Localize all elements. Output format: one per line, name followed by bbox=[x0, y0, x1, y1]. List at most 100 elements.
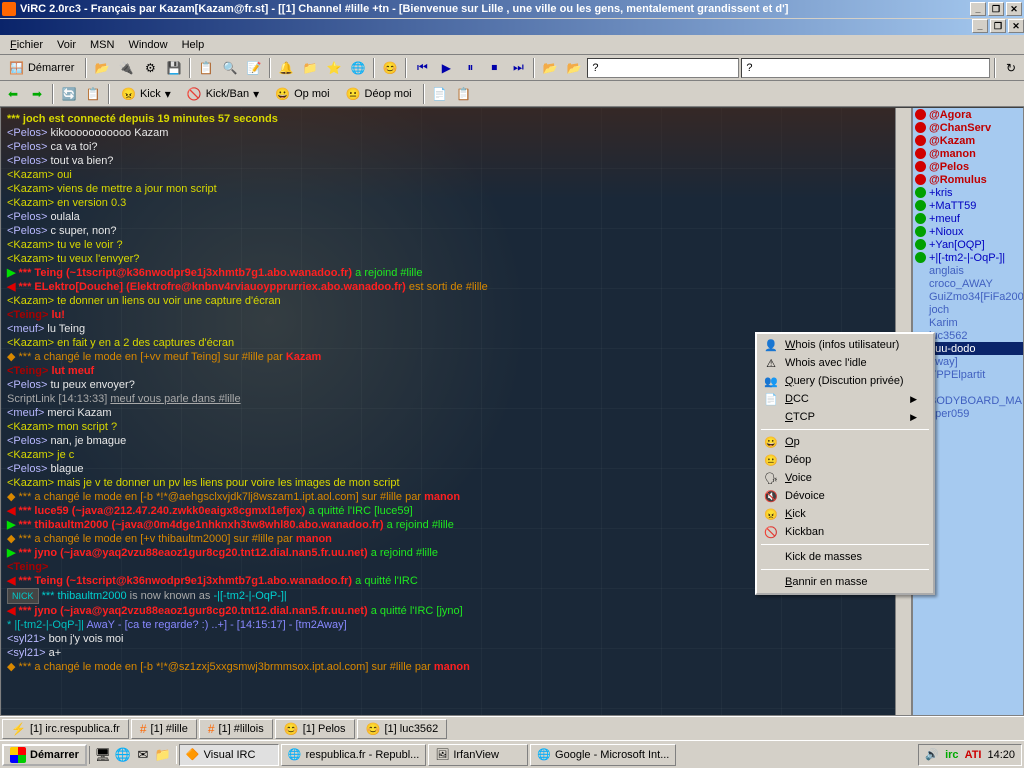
ctx-op[interactable]: 😀OpOp bbox=[759, 433, 931, 451]
smiley-icon[interactable]: 😊 bbox=[379, 57, 401, 79]
ctx-deop[interactable]: 😐Déop bbox=[759, 451, 931, 469]
tool-icon[interactable]: 📂 bbox=[91, 57, 113, 79]
status-dot-icon bbox=[915, 317, 926, 328]
tool-icon[interactable]: 🌐 bbox=[347, 57, 369, 79]
play-icon[interactable]: ▶ bbox=[435, 57, 457, 79]
ctx-whois[interactable]: 👤Whois (infos utilisateur)Whois (infos u… bbox=[759, 336, 931, 354]
fwd-icon[interactable]: ➡ bbox=[26, 83, 48, 105]
ctx-query[interactable]: 👥Query (Discution privée)Query (Discutio… bbox=[759, 372, 931, 390]
task-google[interactable]: 🌐 Google - Microsoft Int... bbox=[530, 744, 676, 766]
task-respublica[interactable]: 🌐 respublica.fr - Republ... bbox=[281, 744, 426, 766]
user-row[interactable]: anglais bbox=[913, 264, 1023, 277]
menu-fichier[interactable]: FFichierichier bbox=[4, 37, 49, 53]
chat-line: <Kazam> te donner un liens ou voir une c… bbox=[7, 294, 889, 308]
demarrer-button[interactable]: 🪟 Démarrer bbox=[2, 57, 81, 79]
tool-icon[interactable]: 📋 bbox=[82, 83, 104, 105]
ctx-devoice[interactable]: 🔇Dévoice bbox=[759, 487, 931, 505]
tool-icon[interactable]: ⚙ bbox=[139, 57, 161, 79]
ctx-whois-idle[interactable]: ⚠Whois avec l'idle bbox=[759, 354, 931, 372]
tray-icon[interactable]: ATI bbox=[965, 749, 982, 761]
user-row[interactable]: @Pelos bbox=[913, 160, 1023, 173]
ql-icon[interactable]: ✉ bbox=[134, 746, 152, 764]
ql-icon[interactable]: 🖥 bbox=[94, 746, 112, 764]
refresh-icon[interactable]: 🔄 bbox=[58, 83, 80, 105]
chat-line: <Pelos> kikooooooooooo Kazam bbox=[7, 126, 889, 140]
user-row[interactable]: @manon bbox=[913, 147, 1023, 160]
menu-voir[interactable]: Voir bbox=[51, 37, 82, 53]
opmoi-button[interactable]: 😀 Op moi bbox=[268, 83, 336, 105]
user-row[interactable]: @ChanServ bbox=[913, 121, 1023, 134]
ctx-massban[interactable]: Bannir en masseBannir en masse bbox=[759, 573, 931, 591]
user-row[interactable]: GuiZmo34[FiFa2002] bbox=[913, 290, 1023, 303]
status-dot-icon bbox=[915, 252, 926, 263]
user-row[interactable]: @Agora bbox=[913, 108, 1023, 121]
deopmoi-button[interactable]: 😐 Déop moi bbox=[339, 83, 419, 105]
task-virc[interactable]: 🔶 Visual IRC bbox=[179, 744, 279, 766]
user-row[interactable]: joch bbox=[913, 303, 1023, 316]
ql-icon[interactable]: 📁 bbox=[154, 746, 172, 764]
menu-msn[interactable]: MSN bbox=[84, 37, 120, 53]
mdi-close-button[interactable]: ✕ bbox=[1008, 19, 1024, 33]
start-button[interactable]: Démarrer bbox=[2, 744, 87, 766]
toolbar-input-2[interactable] bbox=[741, 58, 990, 78]
ctx-ctcp[interactable]: CTCP▶CTCP bbox=[759, 408, 931, 426]
tool-icon[interactable]: 🔔 bbox=[275, 57, 297, 79]
prev-icon[interactable]: ⏮ bbox=[411, 57, 433, 79]
tool-icon[interactable]: 📄 bbox=[429, 83, 451, 105]
user-row[interactable]: croco_AWAY bbox=[913, 277, 1023, 290]
title-bar: ViRC 2.0rc3 - Français par Kazam[Kazam@f… bbox=[0, 0, 1024, 18]
maximize-button[interactable]: ❐ bbox=[988, 2, 1004, 16]
tab-pelos[interactable]: 😊[1] Pelos bbox=[275, 719, 355, 739]
tool-icon[interactable]: 📂 bbox=[539, 57, 561, 79]
toolbar-ops: ⬅ ➡ 🔄 📋 😠 Kick ▾ 🚫 Kick/Ban ▾ 😀 Op moi 😐… bbox=[0, 81, 1024, 107]
tray-icon[interactable]: irc bbox=[945, 749, 958, 761]
chat-line: ▶ *** Teing (~1tscript@k36nwodpr9e1j3xhm… bbox=[7, 266, 889, 280]
pause-icon[interactable]: ⏸ bbox=[459, 57, 481, 79]
tab-lille[interactable]: #[1] #lille bbox=[131, 719, 197, 739]
tab-luc[interactable]: 😊[1] luc3562 bbox=[357, 719, 448, 739]
tab-lillois[interactable]: #[1] #lillois bbox=[199, 719, 273, 739]
ctx-voice[interactable]: 🗣VoiceVoice bbox=[759, 469, 931, 487]
tool-icon[interactable]: ⭐ bbox=[323, 57, 345, 79]
minimize-button[interactable]: _ bbox=[970, 2, 986, 16]
ctx-dcc[interactable]: 📄DCC▶DCC bbox=[759, 390, 931, 408]
user-row[interactable]: +Nioux bbox=[913, 225, 1023, 238]
task-irfanview[interactable]: 🖼 IrfanView bbox=[428, 744, 528, 766]
tool-icon[interactable]: 🔍 bbox=[219, 57, 241, 79]
user-row[interactable]: +meuf bbox=[913, 212, 1023, 225]
user-row[interactable]: +|[-tm2-|-OqP-]| bbox=[913, 251, 1023, 264]
tool-icon[interactable]: 💾 bbox=[163, 57, 185, 79]
tool-icon[interactable]: 📝 bbox=[243, 57, 265, 79]
user-row[interactable]: +Yan[OQP] bbox=[913, 238, 1023, 251]
ctx-masskick[interactable]: Kick de masses bbox=[759, 548, 931, 566]
tab-server[interactable]: ⚡[1] irc.respublica.fr bbox=[2, 719, 129, 739]
tool-icon[interactable]: 📁 bbox=[299, 57, 321, 79]
chat-line: <Kazam> oui bbox=[7, 168, 889, 182]
menu-help[interactable]: Help bbox=[176, 37, 211, 53]
back-icon[interactable]: ⬅ bbox=[2, 83, 24, 105]
toolbar-input-1[interactable] bbox=[587, 58, 739, 78]
user-row[interactable]: +kris bbox=[913, 186, 1023, 199]
user-row[interactable]: +MaTT59 bbox=[913, 199, 1023, 212]
ql-icon[interactable]: 🌐 bbox=[114, 746, 132, 764]
kickban-button[interactable]: 🚫 Kick/Ban ▾ bbox=[180, 83, 266, 105]
stop-icon[interactable]: ⏹ bbox=[483, 57, 505, 79]
ctx-kickban[interactable]: 🚫Kickban bbox=[759, 523, 931, 541]
query-icon: 😊 bbox=[284, 722, 299, 736]
tool-icon[interactable]: 📂 bbox=[563, 57, 585, 79]
mdi-maximize-button[interactable]: ❐ bbox=[990, 19, 1006, 33]
user-row[interactable]: @Kazam bbox=[913, 134, 1023, 147]
tool-icon[interactable]: 🔌 bbox=[115, 57, 137, 79]
kick-button[interactable]: 😠 Kick ▾ bbox=[114, 83, 178, 105]
mdi-minimize-button[interactable]: _ bbox=[972, 19, 988, 33]
user-row[interactable]: Karim bbox=[913, 316, 1023, 329]
tray-icon[interactable]: 🔊 bbox=[925, 748, 939, 761]
tool-icon[interactable]: 📋 bbox=[453, 83, 475, 105]
menu-window[interactable]: Window bbox=[122, 37, 173, 53]
close-button[interactable]: ✕ bbox=[1006, 2, 1022, 16]
ctx-kick[interactable]: 😠KickKick bbox=[759, 505, 931, 523]
next-icon[interactable]: ⏭ bbox=[507, 57, 529, 79]
user-row[interactable]: @Romulus bbox=[913, 173, 1023, 186]
tool-icon[interactable]: 📋 bbox=[195, 57, 217, 79]
tool-icon[interactable]: ↻ bbox=[1000, 57, 1022, 79]
